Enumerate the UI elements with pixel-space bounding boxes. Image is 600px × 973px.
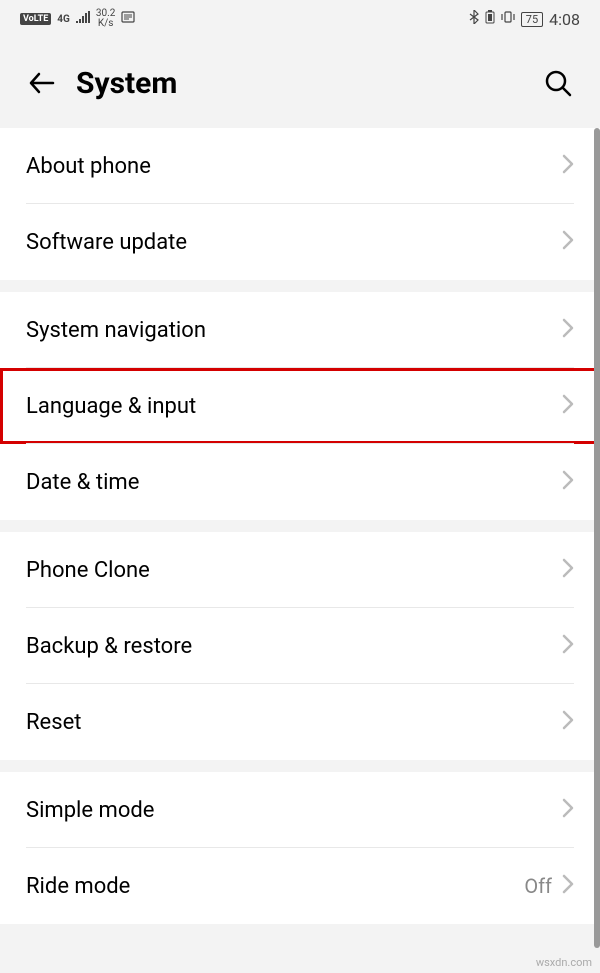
settings-section: Phone Clone Backup & restore Reset xyxy=(0,532,600,760)
bluetooth-icon xyxy=(469,10,479,28)
list-item-about-phone[interactable]: About phone xyxy=(0,128,600,204)
search-button[interactable] xyxy=(536,61,580,105)
list-item-ride-mode[interactable]: Ride modeOff xyxy=(0,848,600,924)
chevron-right-icon xyxy=(562,798,574,822)
item-label: Backup & restore xyxy=(26,634,562,659)
status-left: VoLTE 4G 30.2 K/s xyxy=(20,9,135,29)
header: System xyxy=(0,38,600,128)
signal-icon xyxy=(76,11,90,27)
chevron-right-icon xyxy=(562,874,574,898)
item-label: Simple mode xyxy=(26,798,562,823)
chevron-right-icon xyxy=(562,394,574,418)
page-title: System xyxy=(76,66,536,101)
item-label: Reset xyxy=(26,710,562,735)
search-icon xyxy=(543,68,573,98)
chevron-right-icon xyxy=(562,154,574,178)
settings-section: About phone Software update xyxy=(0,128,600,280)
chevron-right-icon xyxy=(562,634,574,658)
arrow-left-icon xyxy=(27,68,57,98)
chevron-right-icon xyxy=(562,318,574,342)
net-speed: 30.2 K/s xyxy=(96,9,116,29)
back-button[interactable] xyxy=(20,61,64,105)
item-label: About phone xyxy=(26,154,562,179)
item-label: Software update xyxy=(26,230,562,255)
battery-icon xyxy=(485,10,495,28)
item-label: Date & time xyxy=(26,470,562,495)
scrollbar[interactable] xyxy=(594,128,600,948)
watermark: wsxdn.com xyxy=(536,956,592,969)
settings-section: System navigation Language & input Date & … xyxy=(0,292,600,520)
item-label: System navigation xyxy=(26,318,562,343)
list-item-backup-restore[interactable]: Backup & restore xyxy=(0,608,600,684)
network-indicator: 4G xyxy=(57,14,70,25)
chevron-right-icon xyxy=(562,470,574,494)
chevron-right-icon xyxy=(562,558,574,582)
vibrate-icon xyxy=(501,10,515,28)
list-item-simple-mode[interactable]: Simple mode xyxy=(0,772,600,848)
list-item-system-navigation[interactable]: System navigation xyxy=(0,292,600,368)
list-item-date-time[interactable]: Date & time xyxy=(0,444,600,520)
clock: 4:08 xyxy=(549,10,580,29)
volte-badge: VoLTE xyxy=(20,13,51,25)
item-label: Language & input xyxy=(26,394,562,419)
chevron-right-icon xyxy=(562,710,574,734)
list-item-phone-clone[interactable]: Phone Clone xyxy=(0,532,600,608)
settings-content: About phone Software update System navigat… xyxy=(0,128,600,924)
status-bar: VoLTE 4G 30.2 K/s 75 4:08 xyxy=(0,0,600,38)
settings-section: Simple mode Ride modeOff xyxy=(0,772,600,924)
list-item-reset[interactable]: Reset xyxy=(0,684,600,760)
item-label: Ride mode xyxy=(26,874,524,899)
status-right: 75 4:08 xyxy=(469,10,580,29)
item-label: Phone Clone xyxy=(26,558,562,583)
item-value: Off xyxy=(524,874,552,898)
list-item-language-input[interactable]: Language & input xyxy=(0,368,600,444)
battery-percent: 75 xyxy=(521,12,543,27)
chevron-right-icon xyxy=(562,230,574,254)
list-item-software-update[interactable]: Software update xyxy=(0,204,600,280)
notification-icon xyxy=(121,10,135,28)
